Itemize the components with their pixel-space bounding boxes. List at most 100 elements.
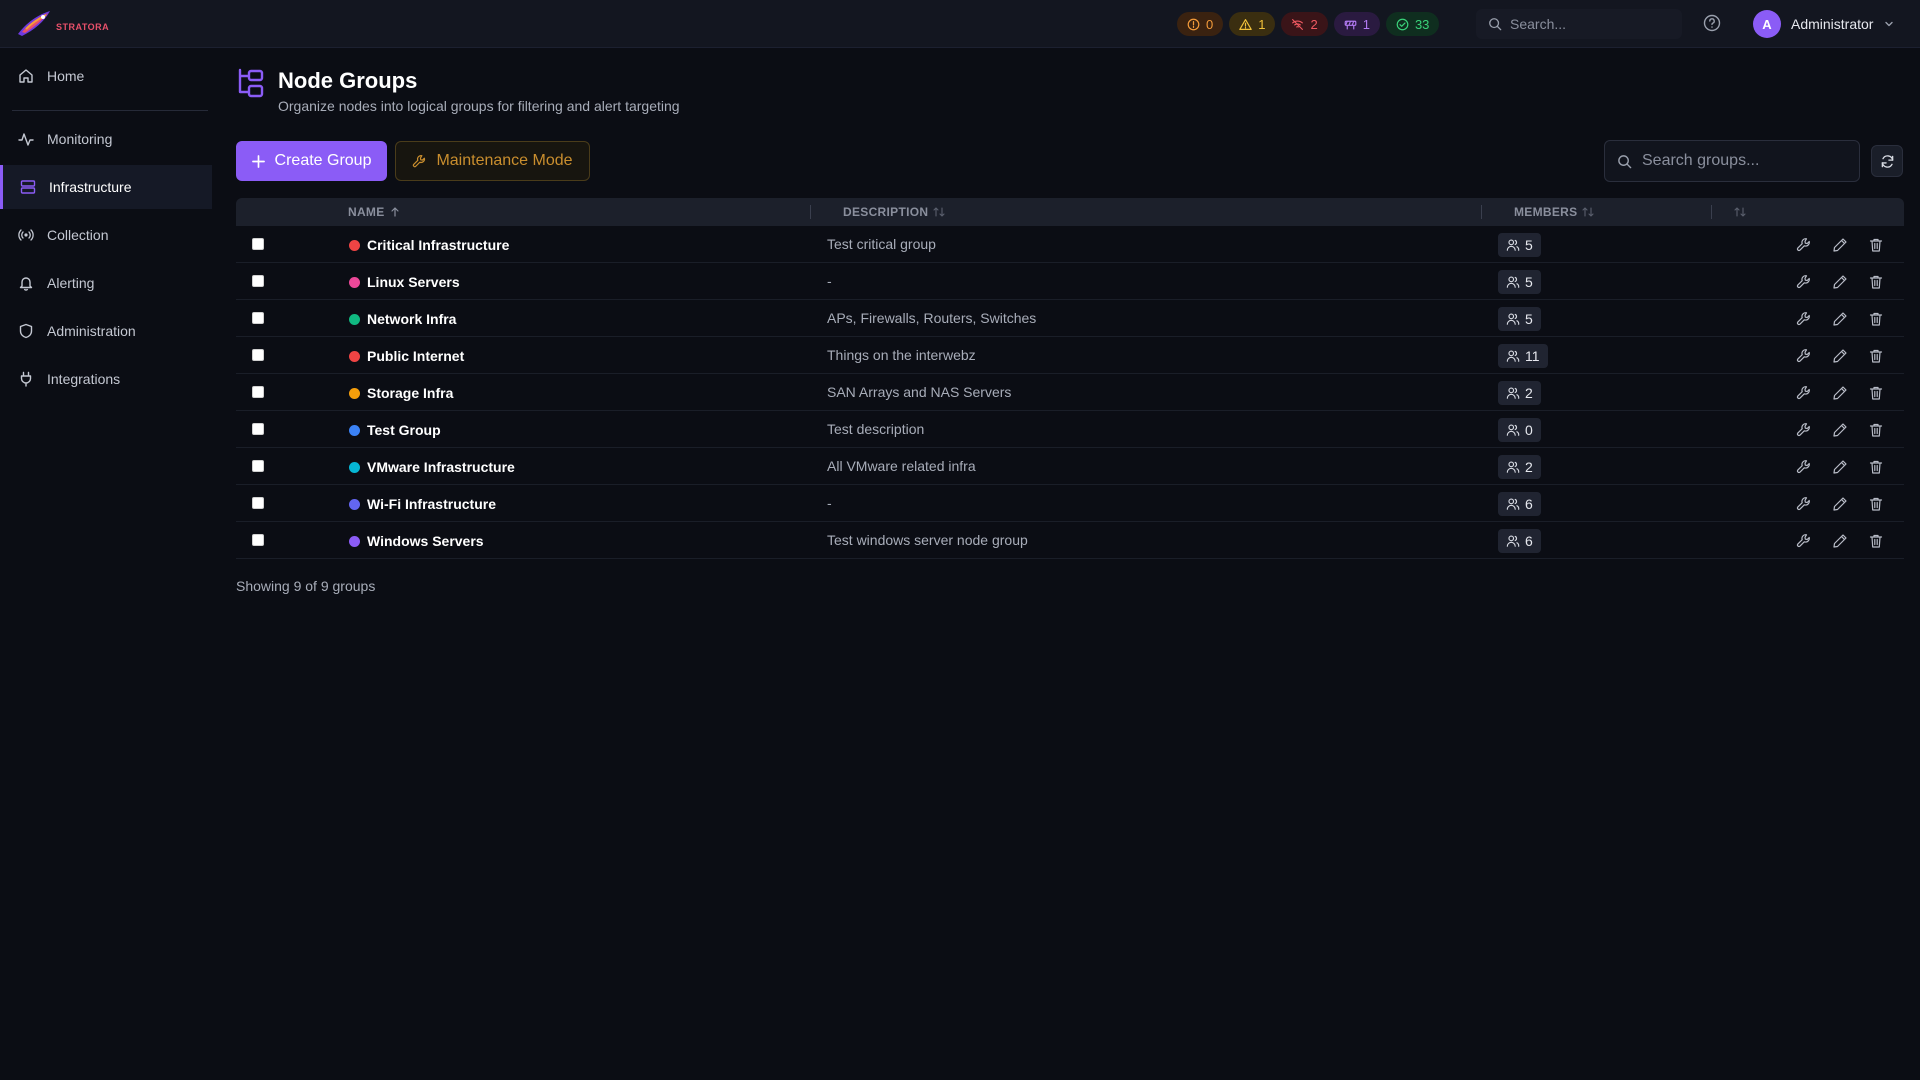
group-name[interactable]: Windows Servers	[367, 533, 484, 549]
members-badge[interactable]: 0	[1498, 418, 1541, 442]
status-pill-warning[interactable]: 1	[1229, 12, 1276, 36]
status-pill-critical[interactable]: 0	[1177, 12, 1224, 36]
group-search[interactable]	[1604, 140, 1860, 182]
table-row[interactable]: Public Internet Things on the interwebz …	[236, 337, 1904, 374]
trash-icon[interactable]	[1868, 237, 1884, 253]
row-checkbox[interactable]	[252, 534, 264, 546]
members-badge[interactable]: 11	[1498, 344, 1548, 368]
group-name[interactable]: Critical Infrastructure	[367, 237, 509, 253]
trash-icon[interactable]	[1868, 496, 1884, 512]
row-checkbox[interactable]	[252, 386, 264, 398]
column-header-actions[interactable]	[1734, 198, 1746, 226]
sidebar-item-monitoring[interactable]: Monitoring	[0, 117, 212, 161]
members-badge[interactable]: 5	[1498, 307, 1541, 331]
help-button[interactable]	[1703, 14, 1721, 32]
table-row[interactable]: Network Infra APs, Firewalls, Routers, S…	[236, 300, 1904, 337]
wrench-icon[interactable]	[1796, 311, 1812, 327]
wrench-icon[interactable]	[1796, 459, 1812, 475]
group-search-input[interactable]	[1642, 152, 1852, 170]
wrench-icon[interactable]	[1796, 274, 1812, 290]
logo[interactable]: STRATORA	[16, 8, 109, 38]
sidebar-item-administration[interactable]: Administration	[0, 309, 212, 353]
wrench-icon[interactable]	[1796, 496, 1812, 512]
sort-asc-icon	[390, 207, 399, 217]
edit-pencil-icon[interactable]	[1832, 311, 1848, 327]
table-row[interactable]: Storage Infra SAN Arrays and NAS Servers…	[236, 374, 1904, 411]
table-row[interactable]: Linux Servers - 5	[236, 263, 1904, 300]
table-row[interactable]: Windows Servers Test windows server node…	[236, 522, 1904, 559]
user-name: Administrator	[1791, 16, 1874, 32]
bell-icon	[19, 277, 33, 291]
row-checkbox[interactable]	[252, 349, 264, 361]
trash-icon[interactable]	[1868, 533, 1884, 549]
group-name[interactable]: Wi-Fi Infrastructure	[367, 496, 496, 512]
row-checkbox[interactable]	[252, 312, 264, 324]
wrench-icon[interactable]	[1796, 422, 1812, 438]
group-name[interactable]: Storage Infra	[367, 385, 453, 401]
maintenance-mode-button[interactable]: Maintenance Mode	[395, 141, 590, 181]
edit-pencil-icon[interactable]	[1832, 496, 1848, 512]
users-icon	[1506, 239, 1520, 251]
edit-pencil-icon[interactable]	[1832, 459, 1848, 475]
trash-icon[interactable]	[1868, 385, 1884, 401]
column-header-name[interactable]: NAME	[348, 198, 400, 226]
trash-icon[interactable]	[1868, 422, 1884, 438]
group-name[interactable]: Network Infra	[367, 311, 456, 327]
wrench-icon[interactable]	[1796, 533, 1812, 549]
column-header-members[interactable]: MEMBERS	[1514, 198, 1594, 226]
sidebar-item-infrastructure[interactable]: Infrastructure	[0, 165, 212, 209]
sidebar-item-integrations[interactable]: Integrations	[0, 357, 212, 401]
sidebar-item-collection[interactable]: Collection	[0, 213, 212, 257]
global-search-input[interactable]	[1510, 16, 1670, 32]
status-pill-maintenance[interactable]: 1	[1333, 12, 1380, 36]
row-checkbox[interactable]	[252, 460, 264, 472]
trash-icon[interactable]	[1868, 459, 1884, 475]
edit-pencil-icon[interactable]	[1832, 237, 1848, 253]
wrench-icon[interactable]	[1796, 348, 1812, 364]
sort-icon	[1734, 207, 1746, 217]
group-name[interactable]: Test Group	[367, 422, 441, 438]
table-row[interactable]: Wi-Fi Infrastructure - 6	[236, 485, 1904, 522]
row-checkbox[interactable]	[252, 423, 264, 435]
edit-pencil-icon[interactable]	[1832, 274, 1848, 290]
sidebar-item-home[interactable]: Home	[0, 54, 212, 98]
members-badge[interactable]: 2	[1498, 381, 1541, 405]
status-pill-down[interactable]: 2	[1281, 12, 1328, 36]
user-menu[interactable]: A Administrator	[1753, 10, 1895, 38]
create-group-button[interactable]: Create Group	[236, 141, 387, 181]
trash-icon[interactable]	[1868, 311, 1884, 327]
row-checkbox[interactable]	[252, 238, 264, 250]
trash-icon[interactable]	[1868, 274, 1884, 290]
wrench-icon[interactable]	[1796, 385, 1812, 401]
sidebar-item-alerting[interactable]: Alerting	[0, 261, 212, 305]
page-header: Node Groups Organize nodes into logical …	[236, 66, 680, 114]
group-name[interactable]: Public Internet	[367, 348, 464, 364]
group-name[interactable]: Linux Servers	[367, 274, 460, 290]
members-badge[interactable]: 6	[1498, 529, 1541, 553]
members-badge[interactable]: 5	[1498, 270, 1541, 294]
broadcast-icon	[18, 229, 34, 241]
members-badge[interactable]: 5	[1498, 233, 1541, 257]
edit-pencil-icon[interactable]	[1832, 422, 1848, 438]
edit-pencil-icon[interactable]	[1832, 348, 1848, 364]
group-description: Test critical group	[827, 236, 936, 252]
members-badge[interactable]: 2	[1498, 455, 1541, 479]
warning-triangle-icon	[1239, 18, 1253, 30]
column-header-description[interactable]: DESCRIPTION	[843, 198, 945, 226]
wrench-icon[interactable]	[1796, 237, 1812, 253]
group-name[interactable]: VMware Infrastructure	[367, 459, 515, 475]
global-search[interactable]	[1476, 9, 1682, 39]
table-row[interactable]: Test Group Test description 0	[236, 411, 1904, 448]
table-row[interactable]: VMware Infrastructure All VMware related…	[236, 448, 1904, 485]
edit-pencil-icon[interactable]	[1832, 533, 1848, 549]
row-checkbox[interactable]	[252, 497, 264, 509]
table-row[interactable]: Critical Infrastructure Test critical gr…	[236, 226, 1904, 263]
refresh-button[interactable]	[1871, 145, 1903, 177]
row-checkbox[interactable]	[252, 275, 264, 287]
trash-icon[interactable]	[1868, 348, 1884, 364]
members-badge[interactable]: 6	[1498, 492, 1541, 516]
search-icon	[1489, 18, 1502, 31]
edit-pencil-icon[interactable]	[1832, 385, 1848, 401]
column-separator	[1481, 205, 1482, 219]
status-pill-up[interactable]: 33	[1385, 12, 1440, 36]
